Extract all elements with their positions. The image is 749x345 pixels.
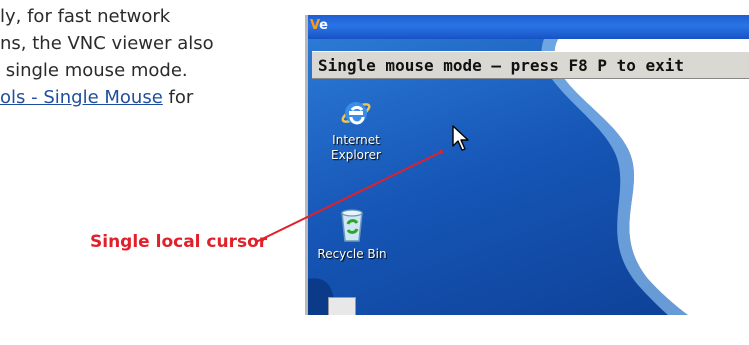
recycle-bin-label: Recycle Bin: [317, 247, 387, 261]
manual-line-3: single mouse mode.: [0, 60, 188, 81]
vnc-viewer-window: Ve Single mouse mode – press F8 P to exi…: [305, 15, 749, 315]
internet-explorer-icon: [341, 102, 371, 125]
desktop-wave-graphic: [308, 39, 749, 315]
manual-line-4-suffix: for: [162, 87, 194, 108]
internet-explorer-label-1: Internet: [332, 133, 380, 147]
mouse-cursor-icon: [452, 125, 469, 151]
desktop-background: [308, 39, 749, 315]
recycle-bin-icon: [341, 209, 363, 242]
desktop-icon-internet-explorer[interactable]: Internet Explorer: [316, 95, 396, 163]
manual-line-1: ly, for fast network: [0, 6, 171, 27]
desktop-icon-recycle-bin[interactable]: Recycle Bin: [312, 205, 392, 262]
single-mouse-link[interactable]: ols - Single Mouse: [0, 87, 163, 108]
manual-line-4: ols - Single Mouse for: [0, 84, 285, 111]
manual-line-2: ns, the VNC viewer also: [0, 33, 214, 54]
partial-desktop-icon[interactable]: [328, 297, 356, 315]
callout-label: Single local cursor: [90, 232, 268, 252]
internet-explorer-label-2: Explorer: [331, 148, 381, 162]
manual-text: ly, for fast network ns, the VNC viewer …: [0, 3, 285, 111]
vnc-logo-icon: Ve: [310, 18, 328, 33]
window-title-bar[interactable]: Ve: [308, 15, 749, 39]
single-mouse-mode-banner: Single mouse mode – press F8 P to exit: [312, 51, 749, 79]
